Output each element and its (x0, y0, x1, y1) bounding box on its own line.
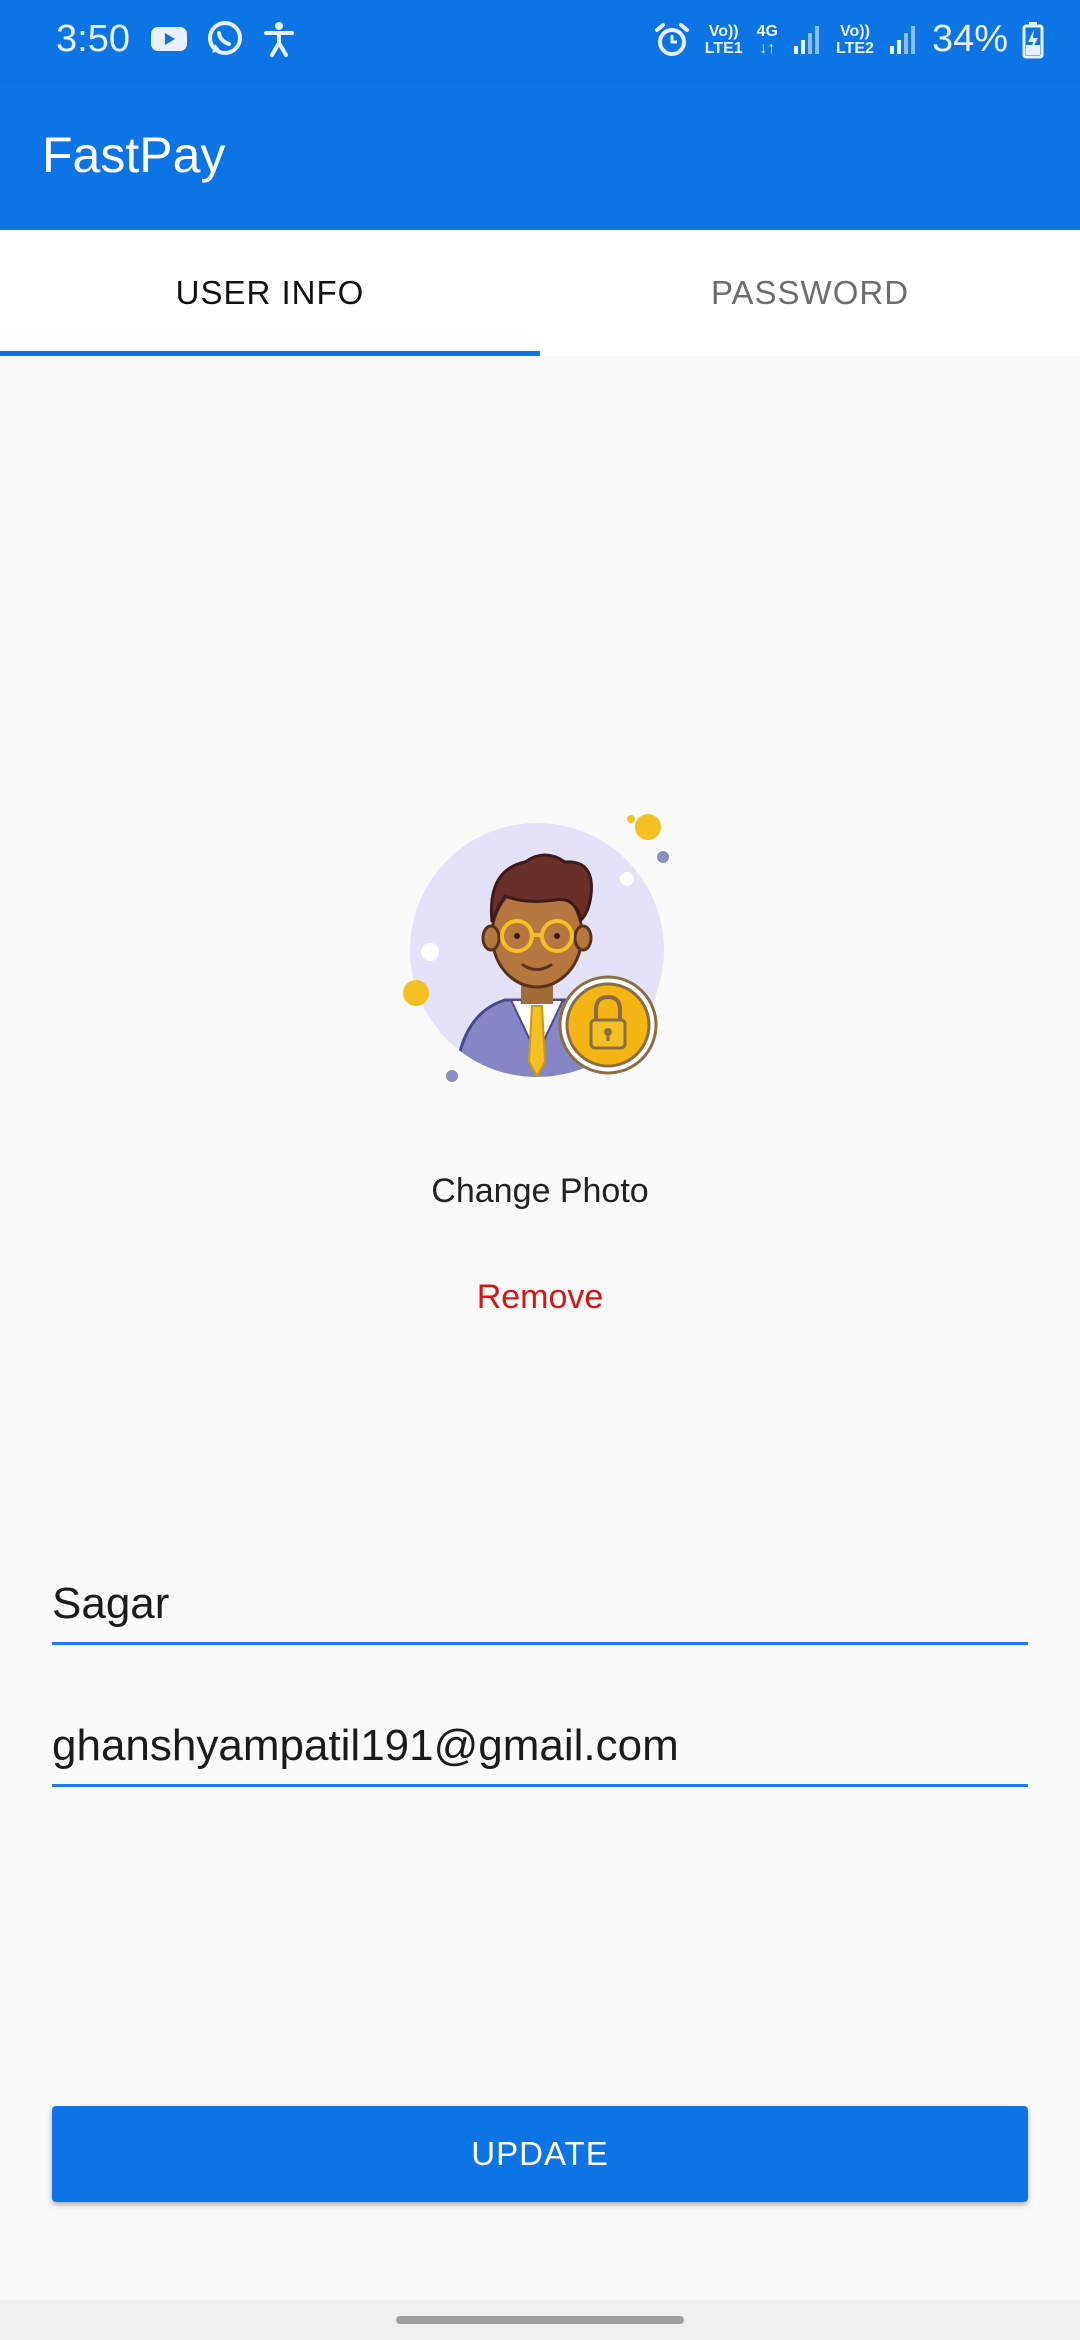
change-photo-link[interactable]: Change Photo (0, 1172, 1080, 1211)
alarm-icon (654, 22, 689, 56)
home-gesture-handle[interactable] (396, 2316, 684, 2324)
status-left-icons (150, 20, 296, 58)
youtube-icon (151, 27, 187, 51)
update-button[interactable]: UPDATE (52, 2106, 1028, 2202)
status-bar: 3:50 Vo)) LTE1 4G ↓↑ Vo)) LTE2 34% (0, 0, 1080, 84)
signal-icon (889, 25, 915, 54)
tab-user-info-label: USER INFO (175, 274, 365, 311)
status-right-icons: Vo)) LTE1 4G ↓↑ Vo)) LTE2 34% (653, 18, 1044, 61)
user-avatar-lock-icon (403, 814, 669, 1082)
tab-user-info[interactable]: USER INFO (0, 230, 540, 356)
whatsapp-icon (208, 21, 242, 55)
tab-password[interactable]: PASSWORD (540, 230, 1080, 356)
battery-charging-icon (1022, 21, 1044, 58)
app-bar: FastPay (0, 84, 1080, 230)
email-field[interactable] (52, 1707, 1028, 1787)
profile-avatar[interactable] (395, 800, 685, 1100)
signal-icon (794, 25, 819, 54)
app-title: FastPay (42, 127, 226, 183)
status-time: 3:50 (56, 18, 130, 60)
tab-bar: USER INFO PASSWORD (0, 230, 1080, 356)
remove-photo-link[interactable]: Remove (0, 1278, 1080, 1317)
name-field[interactable] (52, 1565, 1028, 1645)
battery-percent: 34% (931, 18, 1008, 60)
network-type: 4G ↓↑ (756, 22, 778, 57)
sim2-indicator: Vo)) LTE2 (836, 22, 874, 57)
accessibility-icon (264, 22, 294, 57)
sim1-indicator: Vo)) LTE1 (704, 22, 743, 57)
navigation-bar (0, 2300, 1080, 2340)
tab-password-label: PASSWORD (710, 274, 910, 311)
